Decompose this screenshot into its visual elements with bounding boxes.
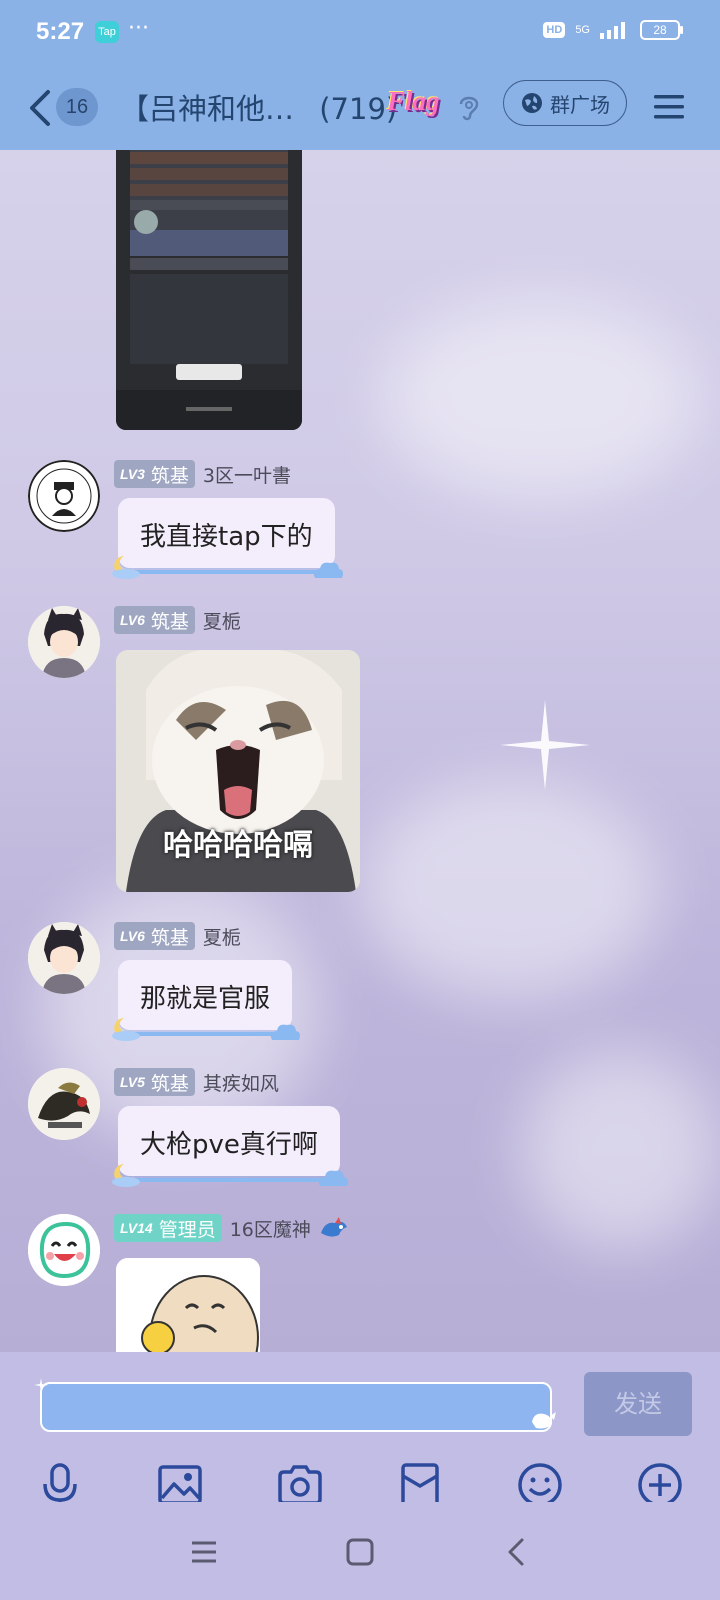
message-text: 我直接tap下的	[140, 522, 313, 552]
level-badge: LV3 筑基	[114, 460, 195, 488]
avatar-image	[28, 1068, 100, 1140]
user-avatar[interactable]	[28, 1214, 100, 1286]
system-nav-bar	[0, 1502, 720, 1600]
member-count: (719)	[319, 92, 398, 126]
signal-icon	[600, 22, 625, 39]
ear-icon[interactable]	[457, 92, 481, 122]
avatar-image	[28, 606, 100, 678]
dragon-icon	[320, 1217, 347, 1237]
whale-icon	[532, 1412, 556, 1429]
level-title: 筑基	[150, 1072, 189, 1095]
message-meta: LV3 筑基 3区一叶書	[114, 460, 291, 488]
cloud-icon	[318, 1170, 348, 1186]
level-number: LV3	[120, 466, 145, 482]
message-meta: LV6 筑基 夏栀	[114, 922, 241, 950]
level-number: LV5	[120, 1074, 145, 1090]
group-square-button[interactable]: 群广场	[503, 80, 627, 126]
level-badge: LV6 筑基	[114, 606, 195, 634]
level-title: 管理员	[158, 1218, 216, 1241]
message-meta: LV14 管理员 16区魔神	[114, 1214, 349, 1242]
sender-nickname[interactable]: 夏栀	[203, 923, 241, 950]
background-cloud	[520, 1050, 720, 1250]
avatar-image	[28, 1214, 100, 1286]
sparkle-icon	[500, 700, 590, 790]
cloud-icon	[270, 1024, 301, 1040]
background-cloud	[360, 780, 660, 1000]
network-label: 5G	[575, 24, 590, 36]
sticker-caption: 哈哈哈哈嗝	[163, 828, 313, 863]
moon-icon	[112, 1164, 140, 1187]
more-notifications-icon: ···	[128, 16, 149, 41]
avatar-image	[28, 460, 100, 532]
back-icon[interactable]	[496, 1532, 536, 1572]
flag-badge: Flag	[387, 86, 440, 116]
battery-icon: 28	[640, 20, 683, 40]
user-avatar[interactable]	[28, 1068, 100, 1140]
level-number: LV6	[120, 612, 145, 628]
home-icon[interactable]	[340, 1532, 380, 1572]
avatar-image	[28, 922, 100, 994]
message-bubble[interactable]: 我直接tap下的	[112, 498, 343, 579]
user-avatar[interactable]	[28, 460, 100, 532]
bubble-decoration	[114, 1178, 344, 1182]
meme-sticker-graphic	[116, 1258, 260, 1352]
menu-icon[interactable]	[652, 90, 686, 124]
game-result-graphic	[116, 150, 302, 430]
admin-badge: LV14 管理员	[114, 1214, 222, 1242]
meme-sticker-image[interactable]	[116, 1258, 260, 1352]
level-title: 筑基	[150, 464, 189, 487]
user-avatar[interactable]	[28, 922, 100, 994]
sender-nickname[interactable]: 其疾如风	[203, 1069, 279, 1096]
sender-nickname[interactable]: 夏栀	[203, 607, 241, 634]
message-text: 大枪pve真行啊	[140, 1130, 318, 1160]
recent-apps-icon[interactable]	[184, 1532, 224, 1572]
bubble-decoration	[114, 570, 339, 574]
group-title[interactable]: 【吕神和他… (719)	[120, 86, 397, 128]
chat-header: 16 【吕神和他… (719) Flag 群广场	[0, 66, 720, 150]
group-square-label: 群广场	[550, 92, 610, 117]
level-number: LV6	[120, 928, 145, 944]
send-button[interactable]: 发送	[584, 1372, 692, 1436]
tap-app-icon: Tap	[95, 21, 119, 43]
level-title: 筑基	[150, 610, 189, 633]
level-number: LV14	[120, 1220, 153, 1236]
moon-icon	[112, 556, 140, 579]
cat-sticker-image[interactable]: 哈哈哈哈嗝	[116, 650, 360, 892]
level-badge: LV6 筑基	[114, 922, 195, 950]
cloud-icon	[313, 562, 343, 578]
background-cloud	[380, 300, 700, 500]
group-name: 【吕神和他…	[120, 92, 295, 126]
message-input[interactable]	[40, 1382, 552, 1432]
level-title: 筑基	[150, 926, 189, 949]
globe-icon	[522, 93, 542, 113]
unread-count-badge[interactable]: 16	[56, 88, 98, 126]
message-meta: LV6 筑基 夏栀	[114, 606, 241, 634]
sender-nickname[interactable]: 3区一叶書	[203, 461, 291, 488]
message-meta: LV5 筑基 其疾如风	[114, 1068, 279, 1096]
user-avatar[interactable]	[28, 606, 100, 678]
level-badge: LV5 筑基	[114, 1068, 195, 1096]
moon-icon	[112, 1018, 140, 1041]
sparkle-icon	[34, 1378, 48, 1392]
sender-nickname[interactable]: 16区魔神	[230, 1215, 311, 1242]
game-screenshot-image[interactable]	[116, 150, 302, 430]
status-bar: 5:27 Tap ··· HD 5G 28	[0, 0, 720, 66]
message-bubble[interactable]: 大枪pve真行啊	[112, 1106, 348, 1187]
message-text: 那就是官服	[140, 984, 271, 1014]
hd-icon: HD	[543, 22, 566, 38]
status-time: 5:27	[36, 18, 85, 45]
message-bubble[interactable]: 那就是官服	[112, 960, 301, 1041]
